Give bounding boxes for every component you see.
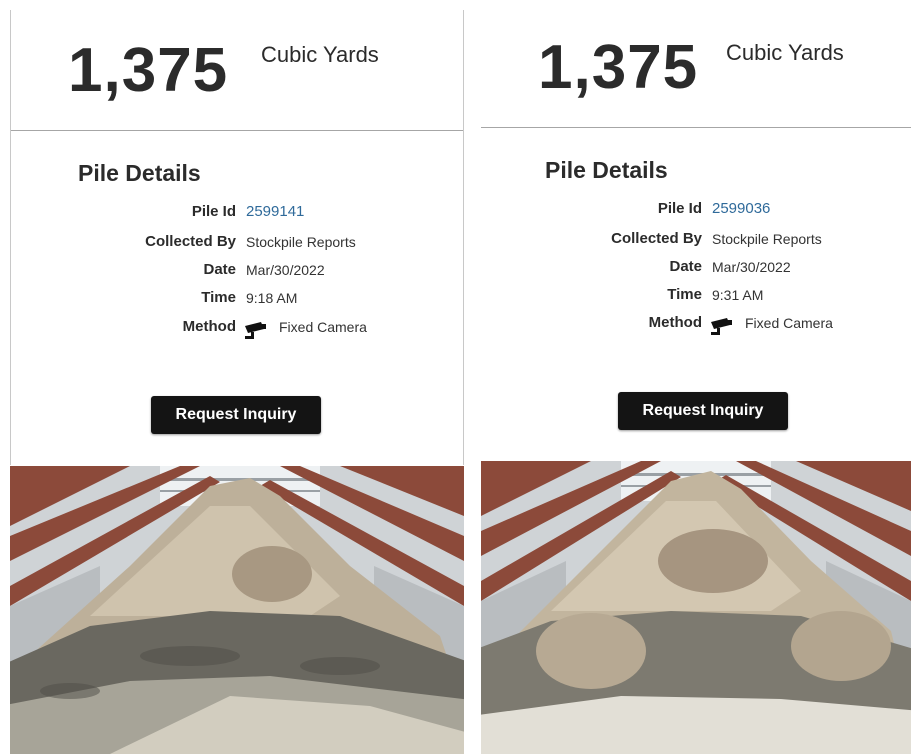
- pile-id-label: Pile Id: [657, 200, 702, 217]
- volume-value: 1,375: [538, 33, 699, 102]
- details-title: Pile Details: [78, 160, 201, 186]
- volume-unit: Cubic Yards: [261, 42, 379, 67]
- stockpile-photo: [10, 466, 464, 754]
- stockpile-photo: [481, 461, 911, 754]
- detail-row-method: Method Fixed Camera: [82, 318, 462, 340]
- detail-row-date: Date Mar/30/2022: [548, 258, 911, 280]
- details-title: Pile Details: [545, 157, 668, 183]
- method-label: Method: [648, 314, 702, 331]
- volume-value: 1,375: [68, 36, 229, 105]
- request-inquiry-button[interactable]: Request Inquiry: [151, 396, 321, 434]
- detail-row-collected-by: Collected By Stockpile Reports: [548, 230, 911, 252]
- security-camera-icon: [245, 322, 266, 339]
- date-value: Mar/30/2022: [246, 262, 325, 278]
- divider: [481, 127, 911, 128]
- collected-by-label: Collected By: [611, 230, 702, 247]
- pile-id-link[interactable]: 2599036: [712, 200, 770, 217]
- method-label: Method: [182, 318, 236, 335]
- date-value: Mar/30/2022: [712, 259, 791, 275]
- date-label: Date: [669, 258, 702, 275]
- request-inquiry-button[interactable]: Request Inquiry: [618, 392, 788, 430]
- time-label: Time: [667, 286, 702, 303]
- detail-row-pile-id: Pile Id 2599141: [82, 203, 462, 225]
- detail-row-time: Time 9:18 AM: [82, 289, 462, 311]
- divider: [10, 130, 464, 131]
- time-value: 9:18 AM: [246, 290, 298, 306]
- detail-row-method: Method Fixed Camera: [548, 314, 911, 336]
- panel-divider: [463, 10, 464, 465]
- collected-by-value: Stockpile Reports: [246, 234, 356, 250]
- volume-section: 1,375 Cubic Yards: [10, 0, 464, 105]
- detail-row-pile-id: Pile Id 2599036: [548, 200, 911, 222]
- time-label: Time: [201, 289, 236, 306]
- method-value: Fixed Camera: [745, 315, 833, 331]
- pile-id-label: Pile Id: [191, 203, 236, 220]
- security-camera-icon: [711, 318, 732, 335]
- volume-section: 1,375 Cubic Yards: [481, 0, 911, 100]
- collected-by-value: Stockpile Reports: [712, 231, 822, 247]
- time-value: 9:31 AM: [712, 287, 764, 303]
- collected-by-label: Collected By: [145, 233, 236, 250]
- volume-unit: Cubic Yards: [726, 40, 844, 65]
- panel-left-border: [10, 10, 11, 465]
- detail-row-date: Date Mar/30/2022: [82, 261, 462, 283]
- pile-card-right: 1,375 Cubic Yards Pile Details Pile Id 2…: [481, 0, 911, 754]
- pile-card-left: 1,375 Cubic Yards Pile Details Pile Id 2…: [10, 0, 464, 754]
- method-value: Fixed Camera: [279, 319, 367, 335]
- pile-id-link[interactable]: 2599141: [246, 203, 304, 220]
- detail-row-collected-by: Collected By Stockpile Reports: [82, 233, 462, 255]
- detail-row-time: Time 9:31 AM: [548, 286, 911, 308]
- date-label: Date: [203, 261, 236, 278]
